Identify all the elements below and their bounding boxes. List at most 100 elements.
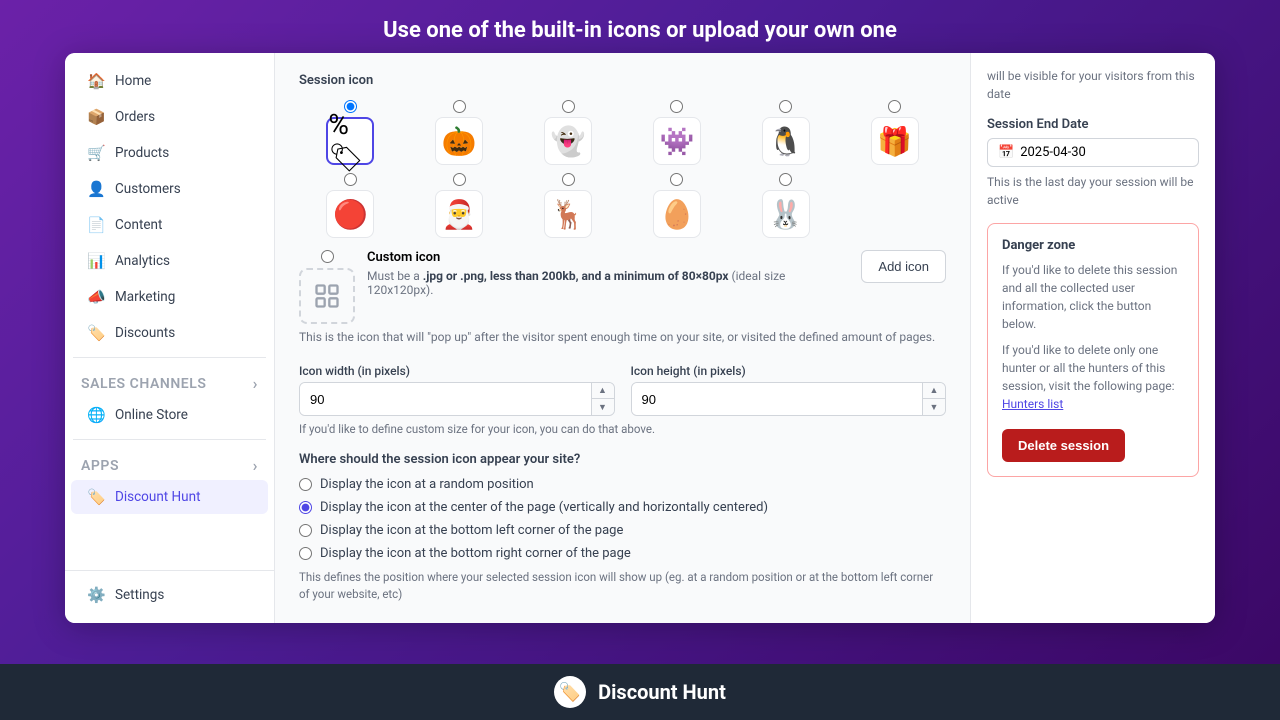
sidebar-item-marketing[interactable]: 📣 Marketing (71, 280, 268, 314)
icon-option-egg[interactable]: 🥚 (626, 173, 729, 238)
position-radio-bottom-right[interactable] (299, 547, 312, 560)
rp-end-date-hint: This is the last day your session will b… (987, 173, 1199, 209)
sidebar-item-settings[interactable]: ⚙️ Settings (71, 578, 268, 612)
icon-emoji-reindeer: 🦌 (544, 190, 592, 238)
sales-channels-label: Sales channels › (65, 364, 274, 397)
sidebar-item-discounts[interactable]: 🏷️ Discounts (71, 316, 268, 350)
icon-option-discount[interactable]: %🏷 (299, 100, 402, 165)
position-hint: This defines the position where your sel… (299, 569, 946, 604)
position-radio-random[interactable] (299, 478, 312, 491)
icon-option-alien[interactable]: 👾 (626, 100, 729, 165)
height-up-button[interactable]: ▲ (923, 383, 945, 399)
sidebar-item-label: Orders (115, 109, 155, 125)
position-random[interactable]: Display the icon at a random position (299, 477, 946, 492)
icon-option-reindeer[interactable]: 🦌 (517, 173, 620, 238)
icon-radio-custom[interactable] (321, 250, 334, 263)
width-down-button[interactable]: ▼ (592, 399, 614, 415)
analytics-icon: 📊 (87, 252, 105, 270)
danger-text-2: If you'd like to delete only one hunter … (1002, 341, 1184, 413)
sidebar-item-orders[interactable]: 📦 Orders (71, 100, 268, 134)
icon-option-gift[interactable]: 🎁 (843, 100, 946, 165)
size-row: Icon width (in pixels) ▲ ▼ Icon height (… (299, 364, 946, 416)
width-input[interactable] (300, 383, 591, 415)
end-date-value: 2025-04-30 (1020, 145, 1086, 160)
custom-icon-desc: Must be a .jpg or .png, less than 200kb,… (367, 269, 849, 297)
apps-label: Apps › (65, 446, 274, 479)
position-bottom-left[interactable]: Display the icon at the bottom left corn… (299, 523, 946, 538)
icon-radio-gift[interactable] (888, 100, 901, 113)
height-spinners: ▲ ▼ (922, 383, 945, 415)
icon-option-bunny[interactable]: 🐰 (734, 173, 837, 238)
width-up-button[interactable]: ▲ (592, 383, 614, 399)
icon-emoji-alien: 👾 (653, 117, 701, 165)
icon-option-ghost[interactable]: 👻 (517, 100, 620, 165)
sidebar-item-customers[interactable]: 👤 Customers (71, 172, 268, 206)
icon-radio-pumpkin[interactable] (453, 100, 466, 113)
end-date-field[interactable]: 📅 2025-04-30 (987, 138, 1199, 167)
position-radio-bottom-left[interactable] (299, 524, 312, 537)
settings-icon: ⚙️ (87, 586, 105, 604)
position-bottom-right-label: Display the icon at the bottom right cor… (320, 546, 631, 561)
add-icon-button[interactable]: Add icon (861, 250, 946, 283)
icon-radio-bunny[interactable] (779, 173, 792, 186)
sidebar-item-label: Settings (115, 587, 164, 603)
sidebar-item-content[interactable]: 📄 Content (71, 208, 268, 242)
height-field: Icon height (in pixels) ▲ ▼ (631, 364, 947, 416)
height-input-wrap: ▲ ▼ (631, 382, 947, 416)
bottom-bar: 🏷️ Discount Hunt (0, 664, 1280, 720)
sidebar-item-label: Home (115, 73, 151, 89)
custom-icon-box (299, 268, 355, 324)
icon-radio-reindeer[interactable] (562, 173, 575, 186)
danger-text-1: If you'd like to delete this session and… (1002, 261, 1184, 333)
icon-option-pumpkin[interactable]: 🎃 (408, 100, 511, 165)
icon-option-tag[interactable]: 🔴 (299, 173, 402, 238)
position-group-label: Where should the session icon appear you… (299, 452, 946, 467)
session-icon-label: Session icon (299, 73, 946, 88)
sidebar-item-label: Products (115, 145, 169, 161)
content-area: Session icon %🏷 🎃 👻 👾 (275, 53, 970, 623)
right-panel: will be visible for your visitors from t… (970, 53, 1215, 623)
custom-icon-row: Custom icon Must be a .jpg or .png, less… (299, 250, 946, 324)
content-icon: 📄 (87, 216, 105, 234)
custom-icon-title: Custom icon (367, 250, 849, 265)
icon-option-penguin[interactable]: 🐧 (734, 100, 837, 165)
rp-note: will be visible for your visitors from t… (987, 67, 1199, 103)
icon-radio-ghost[interactable] (562, 100, 575, 113)
icon-radio-penguin[interactable] (779, 100, 792, 113)
danger-zone: Danger zone If you'd like to delete this… (987, 223, 1199, 477)
position-center[interactable]: Display the icon at the center of the pa… (299, 500, 946, 515)
height-label: Icon height (in pixels) (631, 364, 947, 378)
sidebar-item-online-store[interactable]: 🌐 Online Store (71, 398, 268, 432)
height-down-button[interactable]: ▼ (923, 399, 945, 415)
icon-radio-santa[interactable] (453, 173, 466, 186)
position-radio-center[interactable] (299, 501, 312, 514)
main-container: 🏠 Home 📦 Orders 🛒 Products 👤 Customers 📄… (65, 53, 1215, 623)
icon-radio-alien[interactable] (670, 100, 683, 113)
icon-emoji-gift: 🎁 (871, 117, 919, 165)
icon-emoji-egg: 🥚 (653, 190, 701, 238)
icon-option-santa[interactable]: 🎅 (408, 173, 511, 238)
orders-icon: 📦 (87, 108, 105, 126)
icon-emoji-tag: 🔴 (326, 190, 374, 238)
position-center-label: Display the icon at the center of the pa… (320, 500, 768, 515)
position-bottom-right[interactable]: Display the icon at the bottom right cor… (299, 546, 946, 561)
width-field: Icon width (in pixels) ▲ ▼ (299, 364, 615, 416)
sidebar-item-products[interactable]: 🛒 Products (71, 136, 268, 170)
icon-grid-row2: 🔴 🎅 🦌 🥚 🐰 (299, 173, 946, 238)
hunters-list-link[interactable]: Hunters list (1002, 397, 1063, 411)
position-section: Where should the session icon appear you… (299, 452, 946, 604)
sidebar-item-home[interactable]: 🏠 Home (71, 64, 268, 98)
sidebar-item-label: Customers (115, 181, 181, 197)
icon-radio-egg[interactable] (670, 173, 683, 186)
marketing-icon: 📣 (87, 288, 105, 306)
position-random-label: Display the icon at a random position (320, 477, 534, 492)
sidebar-item-analytics[interactable]: 📊 Analytics (71, 244, 268, 278)
delete-session-button[interactable]: Delete session (1002, 429, 1125, 462)
height-input[interactable] (632, 383, 923, 415)
icon-radio-tag[interactable] (344, 173, 357, 186)
session-icon-section: Session icon %🏷 🎃 👻 👾 (299, 73, 946, 604)
position-bottom-left-label: Display the icon at the bottom left corn… (320, 523, 623, 538)
icon-emoji-discount: %🏷 (326, 117, 374, 165)
sidebar-item-discount-hunt[interactable]: 🏷️ Discount Hunt (71, 480, 268, 514)
sidebar: 🏠 Home 📦 Orders 🛒 Products 👤 Customers 📄… (65, 53, 275, 623)
